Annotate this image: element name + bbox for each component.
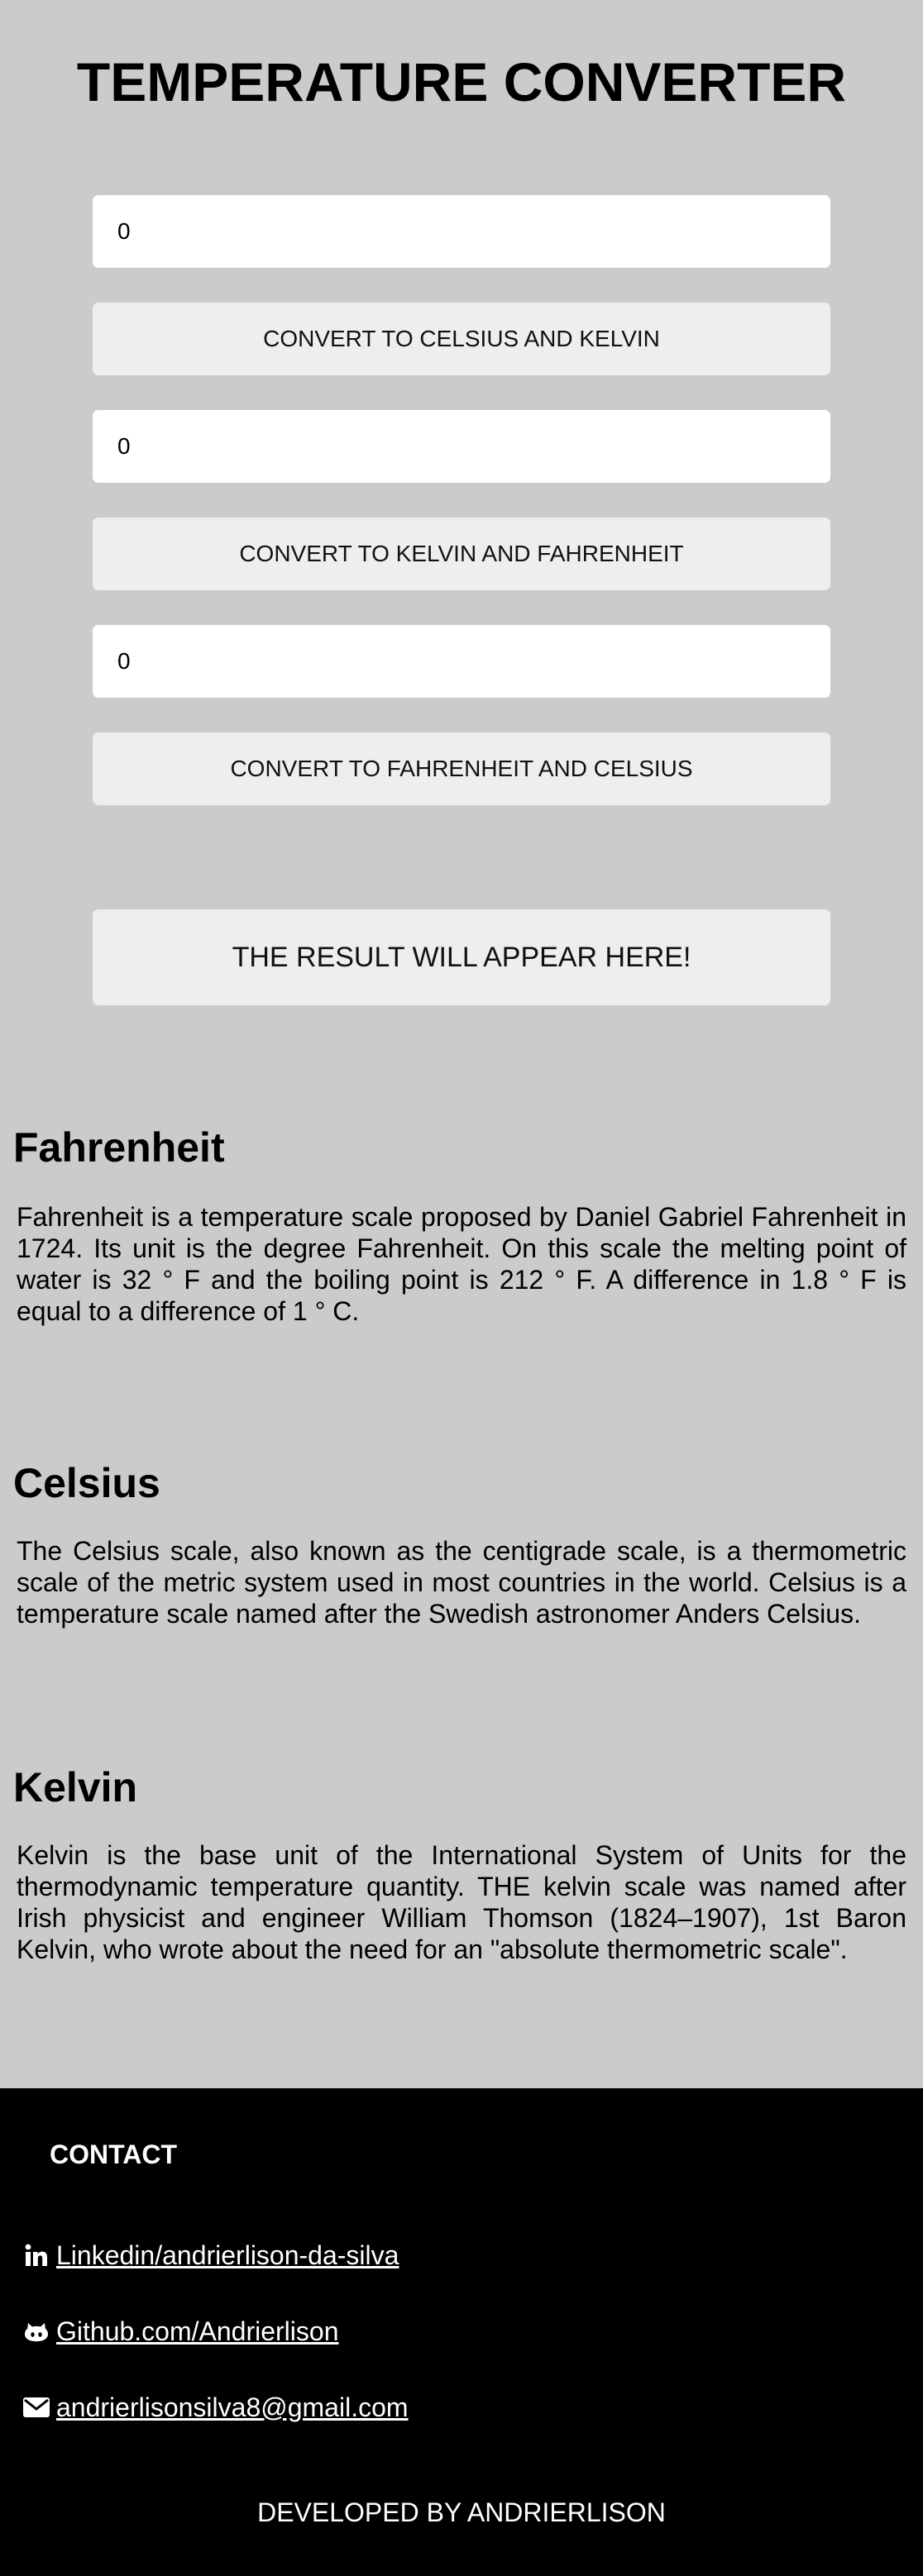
celsius-heading: Celsius bbox=[13, 1460, 160, 1506]
email-link[interactable]: andrierlisonsilva8@gmail.com bbox=[23, 2391, 409, 2424]
github-icon bbox=[23, 2318, 50, 2345]
fahrenheit-input[interactable] bbox=[93, 195, 830, 268]
linkedin-link[interactable]: Linkedin/andrierlison-da-silva bbox=[23, 2239, 399, 2272]
linkedin-link-label: Linkedin/andrierlison-da-silva bbox=[56, 2240, 399, 2270]
celsius-input[interactable] bbox=[93, 410, 830, 483]
kelvin-input[interactable] bbox=[93, 625, 830, 698]
github-link[interactable]: Github.com/Andrierlison bbox=[23, 2315, 338, 2348]
convert-to-kelvin-fahrenheit-button[interactable]: CONVERT TO KELVIN AND FAHRENHEIT bbox=[93, 518, 830, 590]
result-display: THE RESULT WILL APPEAR HERE! bbox=[93, 909, 830, 1005]
contact-title: CONTACT bbox=[50, 2140, 178, 2169]
email-link-label: andrierlisonsilva8@gmail.com bbox=[56, 2392, 409, 2422]
email-icon bbox=[23, 2394, 50, 2421]
linkedin-icon bbox=[23, 2242, 50, 2268]
page-title: TEMPERATURE CONVERTER bbox=[76, 51, 847, 112]
footer: CONTACT Linkedin/andrierlison-da-silva G… bbox=[0, 2088, 923, 2576]
fahrenheit-description: Fahrenheit is a temperature scale propos… bbox=[17, 1202, 906, 1326]
celsius-description: The Celsius scale, also known as the cen… bbox=[17, 1536, 906, 1629]
kelvin-description: Kelvin is the base unit of the Internati… bbox=[17, 1840, 906, 1964]
convert-to-fahrenheit-celsius-button[interactable]: CONVERT TO FAHRENHEIT AND CELSIUS bbox=[93, 732, 830, 805]
kelvin-heading: Kelvin bbox=[13, 1764, 138, 1810]
github-link-label: Github.com/Andrierlison bbox=[56, 2316, 339, 2346]
fahrenheit-heading: Fahrenheit bbox=[13, 1124, 225, 1171]
convert-to-celsius-kelvin-button[interactable]: CONVERT TO CELSIUS AND KELVIN bbox=[93, 303, 830, 375]
developer-credit: DEVELOPED BY ANDRIERLISON bbox=[257, 2497, 666, 2527]
